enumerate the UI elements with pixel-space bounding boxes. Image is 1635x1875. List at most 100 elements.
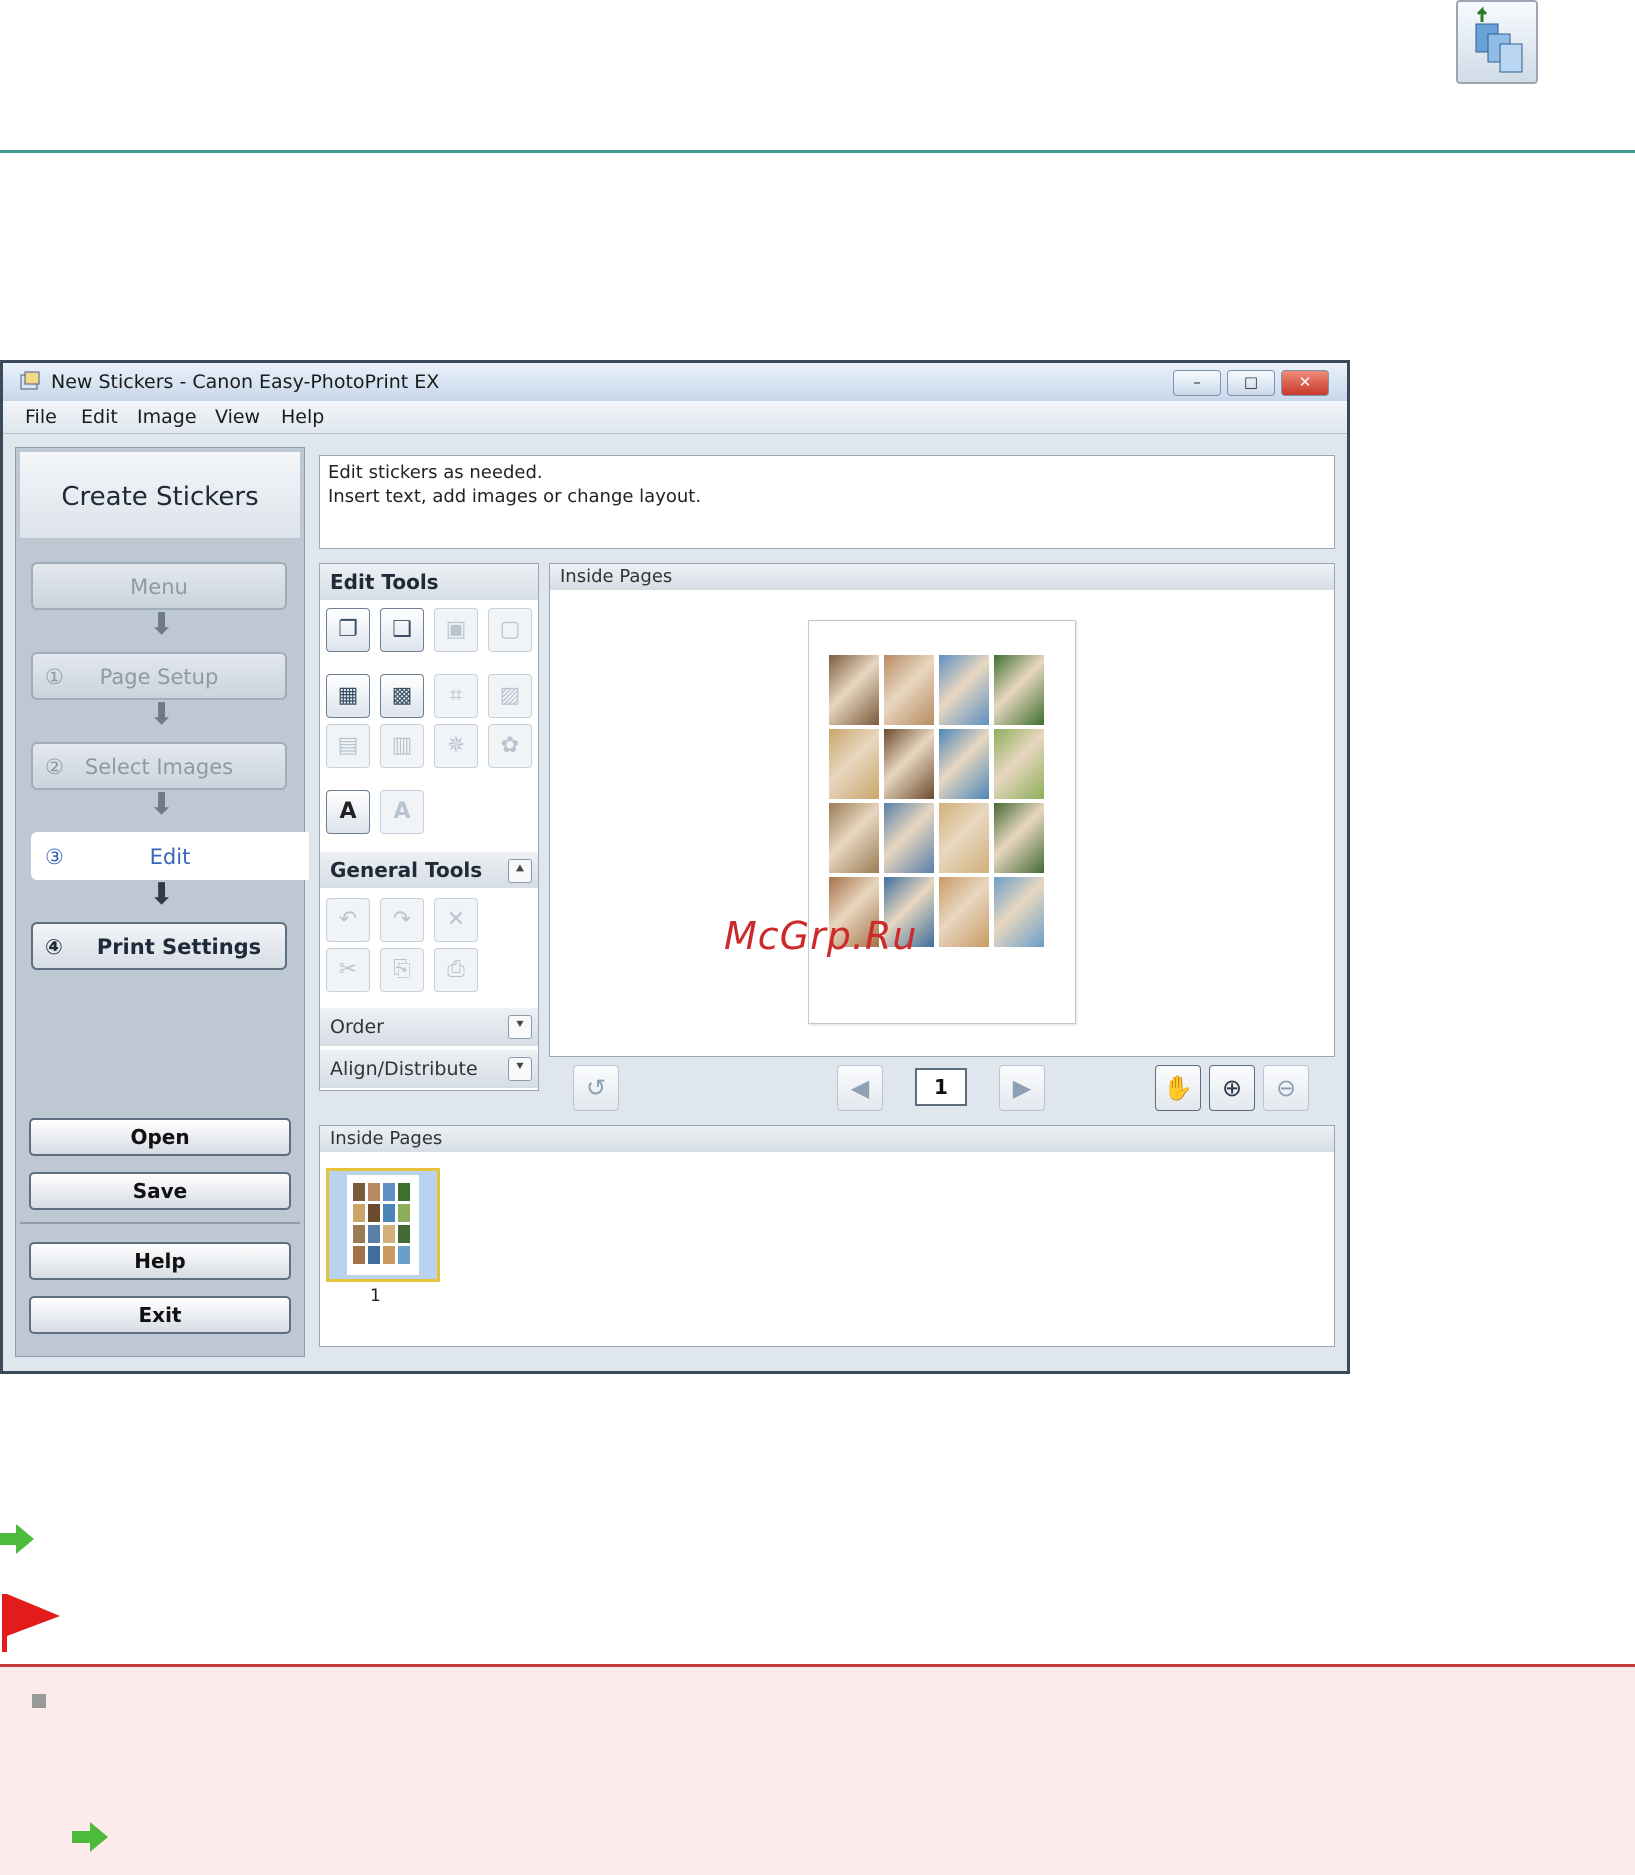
zoom-in-icon[interactable]: ⊕ — [1209, 1065, 1255, 1111]
thumbnail-photo — [398, 1204, 410, 1222]
sticker-photo[interactable] — [994, 655, 1044, 725]
open-button[interactable]: Open — [29, 1118, 291, 1156]
instruction-panel: Edit stickers as needed. Insert text, ad… — [319, 455, 1335, 549]
delete-icon[interactable]: ✕ — [434, 898, 478, 942]
sticker-photo[interactable] — [884, 729, 934, 799]
next-page-icon[interactable]: ▶ — [999, 1065, 1045, 1111]
down-arrow-icon: ⬇ — [149, 877, 175, 912]
exit-button[interactable]: Exit — [29, 1296, 291, 1334]
thumbnail-photo — [353, 1183, 365, 1201]
preview-title: Inside Pages — [560, 566, 673, 587]
undo-icon[interactable]: ↶ — [326, 898, 370, 942]
paste-icon[interactable]: ⎙ — [434, 948, 478, 992]
expand-icon[interactable]: ⯆ — [508, 1057, 532, 1081]
maximize-button[interactable]: □ — [1227, 370, 1275, 396]
page-thumbnail[interactable] — [326, 1168, 440, 1282]
menu-file[interactable]: File — [25, 406, 57, 428]
close-button[interactable]: ✕ — [1281, 370, 1329, 396]
text-vertical-icon[interactable]: A — [380, 790, 424, 834]
instruction-line: Insert text, add images or change layout… — [328, 486, 702, 507]
note-bullet — [32, 1694, 46, 1708]
crop-icon[interactable]: ⌗ — [434, 674, 478, 718]
hand-tool-icon[interactable]: ✋ — [1155, 1065, 1201, 1111]
step-label: Select Images — [84, 755, 234, 779]
thumbnail-photo — [398, 1183, 410, 1201]
sticker-photo[interactable] — [994, 877, 1044, 947]
background-icon[interactable]: ▥ — [380, 724, 424, 768]
sticker-photo[interactable] — [884, 655, 934, 725]
page-preview: Inside Pages — [549, 563, 1335, 1057]
general-tools-title: General Tools — [330, 858, 483, 882]
step-label: Edit — [149, 845, 191, 869]
sticker-photo[interactable] — [939, 729, 989, 799]
zoom-out-icon[interactable]: ⊖ — [1263, 1065, 1309, 1111]
thumbnail-photo — [368, 1225, 380, 1243]
thumbnail-photo — [353, 1204, 365, 1222]
thumbnail-photo — [368, 1183, 380, 1201]
sticker-photo[interactable] — [994, 803, 1044, 873]
collapse-icon[interactable]: ⯅ — [508, 859, 532, 883]
thumbnail-photo — [383, 1246, 395, 1264]
replace-image-icon[interactable]: ❑ — [380, 608, 424, 652]
menu-edit[interactable]: Edit — [81, 406, 118, 428]
thumbnail-photo — [398, 1225, 410, 1243]
wizard-sidebar: Create Stickers Menu ⬇ ① Page Setup ⬇ ② … — [15, 447, 309, 1357]
sticker-photo[interactable] — [939, 803, 989, 873]
thumbnail-photo — [383, 1225, 395, 1243]
menu-view[interactable]: View — [215, 406, 260, 428]
bring-forward-icon[interactable]: ▣ — [434, 608, 478, 652]
sticker-photo[interactable] — [994, 729, 1044, 799]
image-correct-icon[interactable]: ▨ — [488, 674, 532, 718]
watermark: McGrp.Ru — [724, 914, 918, 958]
sticker-photo[interactable] — [939, 655, 989, 725]
thumbnail-photo — [383, 1204, 395, 1222]
page-number-field[interactable]: 1 — [915, 1068, 967, 1106]
menu-bar: File Edit Image View Help — [3, 401, 1347, 434]
order-section[interactable]: Order ⯆ — [320, 1008, 538, 1046]
step-select-images[interactable]: ② Select Images — [31, 742, 287, 790]
green-arrow-icon — [72, 1822, 110, 1852]
general-tools-header: General Tools ⯅ — [320, 852, 538, 888]
change-layout-icon[interactable]: ▩ — [380, 674, 424, 718]
sticker-photo[interactable] — [829, 803, 879, 873]
sidebar-divider — [20, 1222, 300, 1224]
minimize-button[interactable]: – — [1173, 370, 1221, 396]
help-button[interactable]: Help — [29, 1242, 291, 1280]
sticker-photo[interactable] — [829, 729, 879, 799]
sticker-photo[interactable] — [829, 655, 879, 725]
sticker-photo[interactable] — [884, 803, 934, 873]
menu-help[interactable]: Help — [281, 406, 324, 428]
sticker-photo[interactable] — [939, 877, 989, 947]
menu-image[interactable]: Image — [137, 406, 197, 428]
previous-page-icon[interactable]: ◀ — [837, 1065, 883, 1111]
add-text-icon[interactable]: A — [326, 790, 370, 834]
window-title: New Stickers - Canon Easy-PhotoPrint EX — [51, 371, 440, 393]
save-button[interactable]: Save — [29, 1172, 291, 1210]
rotate-icon[interactable]: ✵ — [434, 724, 478, 768]
preview-header: Inside Pages — [550, 564, 1334, 590]
thumbnail-photo — [368, 1246, 380, 1264]
send-backward-icon[interactable]: ▢ — [488, 608, 532, 652]
redo-icon[interactable]: ↷ — [380, 898, 424, 942]
step-print-settings[interactable]: ④ Print Settings — [31, 922, 287, 970]
step-edit[interactable]: ③ Edit — [31, 832, 309, 880]
edit-tools-title: Edit Tools — [330, 570, 439, 594]
copy-icon[interactable]: ⎘ — [380, 948, 424, 992]
down-arrow-icon: ⬇ — [149, 607, 175, 642]
important-note-box — [0, 1664, 1635, 1875]
filter-icon[interactable]: ✿ — [488, 724, 532, 768]
auto-layout-icon[interactable]: ▦ — [326, 674, 370, 718]
cut-icon[interactable]: ✂ — [326, 948, 370, 992]
thumbnail-header: Inside Pages — [320, 1126, 1334, 1152]
align-section[interactable]: Align/Distribute ⯆ — [320, 1050, 538, 1088]
sidebar-header: Create Stickers — [20, 452, 300, 538]
add-image-icon[interactable]: ❐ — [326, 608, 370, 652]
frame-icon[interactable]: ▤ — [326, 724, 370, 768]
expand-icon[interactable]: ⯆ — [508, 1015, 532, 1039]
sticker-sheet[interactable] — [808, 620, 1076, 1024]
step-menu[interactable]: Menu — [31, 562, 287, 610]
thumbnail-title: Inside Pages — [330, 1128, 443, 1149]
step-page-setup[interactable]: ① Page Setup — [31, 652, 287, 700]
thumbnail-number: 1 — [370, 1286, 381, 1306]
rotate-view-icon[interactable]: ↺ — [573, 1065, 619, 1111]
